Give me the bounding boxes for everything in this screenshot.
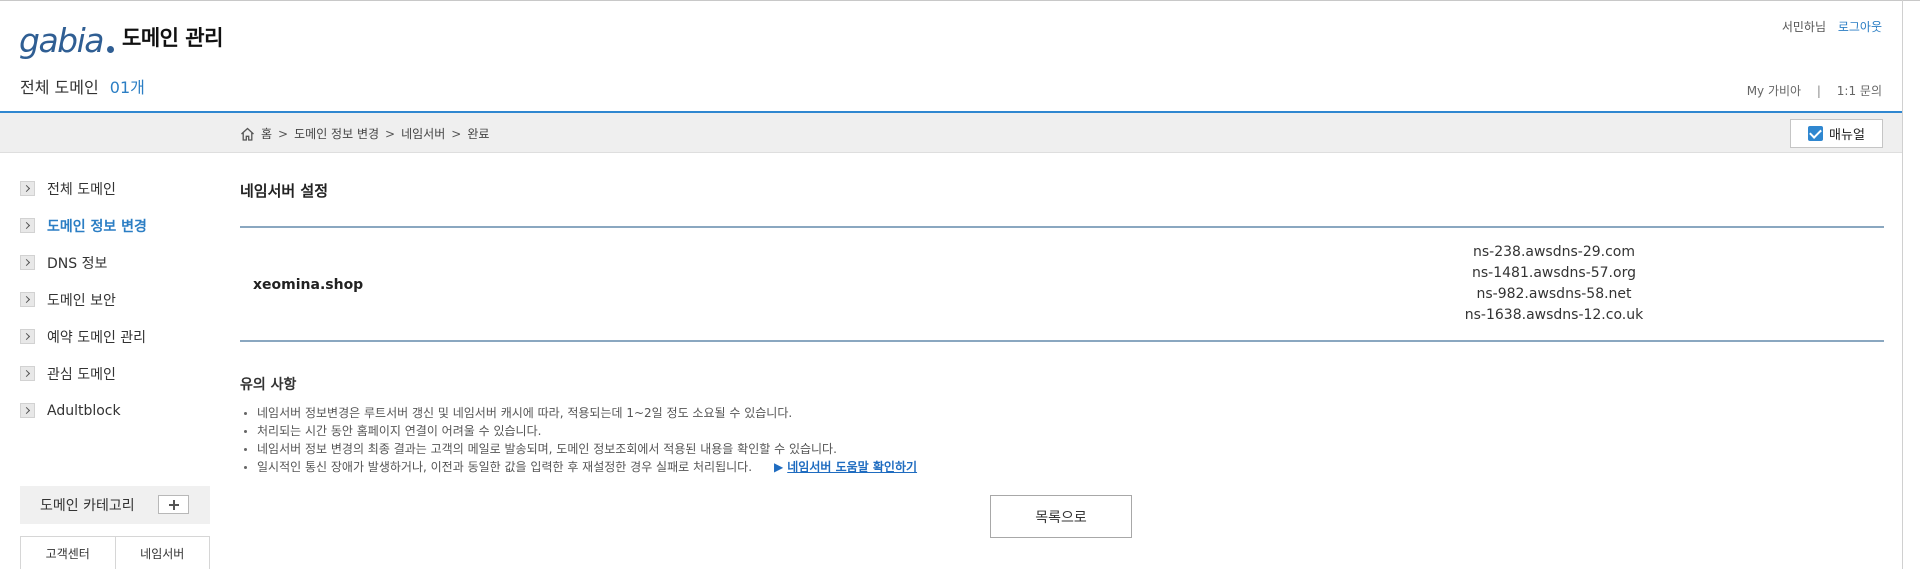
notice-text: 네임서버 정보 변경의 최종 결과는 고객의 메일로 발송되며, 도메인 정보조… [257,442,837,456]
sidebar-item-label: Adultblock [47,402,121,419]
tab-customer-center[interactable]: 고객센터 [21,537,115,569]
nameserver-item: ns-1638.awsdns-12.co.uk [1464,307,1644,323]
home-icon[interactable] [240,127,255,141]
sidebar-item-label: 도메인 보안 [47,292,116,309]
breadcrumb-arrow: > [278,126,289,141]
breadcrumb-arrow: > [451,126,462,141]
manual-button[interactable]: 매뉴얼 [1790,119,1883,148]
notice-text: 네임서버 정보변경은 루트서버 갱신 및 네임서버 캐시에 따라, 적용되는데 … [257,406,793,420]
sidebar-item-label: 전체 도메인 [47,181,116,198]
sidebar-item-domain-info-change[interactable]: 도메인 정보 변경 [20,207,210,244]
sidebar-item-reserved-domains[interactable]: 예약 도메인 관리 [20,318,210,355]
notice-item: 일시적인 통신 장애가 발생하거나, 이전과 동일한 값을 입력한 후 재설정한… [240,458,917,476]
domain-category-label: 도메인 카테고리 [40,498,135,514]
breadcrumb-domain-info[interactable]: 도메인 정보 변경 [294,125,379,142]
manual-button-label: 매뉴얼 [1829,128,1865,143]
sidebar-item-adultblock[interactable]: Adultblock [20,392,210,429]
domain-category-box: 도메인 카테고리 [20,486,210,524]
notice-item: 네임서버 정보 변경의 최종 결과는 고객의 메일로 발송되며, 도메인 정보조… [240,440,917,458]
chevron-right-icon [20,292,35,307]
sidebar-item-interest-domains[interactable]: 관심 도메인 [20,355,210,392]
tab-nameserver[interactable]: 네임서버 [114,537,210,569]
sidebar-item-all-domains[interactable]: 전체 도메인 [20,170,210,207]
check-icon [1808,126,1824,141]
window-edge [1902,0,1903,569]
chevron-right-icon [20,181,35,196]
sidebar-item-label: 예약 도메인 관리 [47,329,147,346]
notice-title: 유의 사항 [240,377,297,393]
add-category-button[interactable] [158,495,189,514]
chevron-right-icon [20,403,35,418]
header: gabia 도메인 관리 전체 도메인 01개 서민하님 로그아웃 My 가비아… [0,1,1902,111]
notice-item: 처리되는 시간 동안 홈페이지 연결이 어려울 수 있습니다. [240,422,917,440]
chevron-right-icon [20,255,35,270]
logout-link[interactable]: 로그아웃 [1838,20,1882,34]
notice-item: 네임서버 정보변경은 루트서버 갱신 및 네임서버 캐시에 따라, 적용되는데 … [240,404,917,422]
sidebar: 전체 도메인 도메인 정보 변경 DNS 정보 도메인 보안 예약 도메인 관리… [20,170,210,429]
logo-text: gabia [19,21,105,60]
chevron-right-icon [20,366,35,381]
chevron-right-icon [20,329,35,344]
table-bottom-rule [240,340,1884,342]
util-separator: | [1816,84,1821,98]
page-title: 네임서버 설정 [240,182,329,200]
back-to-list-button[interactable]: 목록으로 [990,495,1132,538]
breadcrumb-home[interactable]: 홈 [261,125,272,142]
app-title: 도메인 관리 [122,26,223,50]
logo-dot [107,46,114,53]
sidebar-item-label: 도메인 정보 변경 [47,218,147,235]
domain-count-label: 전체 도메인 [20,78,99,97]
user-area: 서민하님 로그아웃 [1782,18,1882,35]
gabia-logo[interactable]: gabia [19,21,115,61]
breadcrumb-nameserver[interactable]: 네임서버 [401,125,445,142]
chevron-right-icon [20,218,35,233]
sidebar-item-dns-info[interactable]: DNS 정보 [20,244,210,281]
inquiry-link[interactable]: 1:1 문의 [1837,84,1882,98]
nameserver-item: ns-982.awsdns-58.net [1476,286,1632,302]
nameserver-item: ns-238.awsdns-29.com [1473,244,1635,260]
notice-list: 네임서버 정보변경은 루트서버 갱신 및 네임서버 캐시에 따라, 적용되는데 … [240,404,917,476]
help-link-label: 네임서버 도움말 확인하기 [787,460,918,474]
nameserver-list: ns-238.awsdns-29.com ns-1481.awsdns-57.o… [1454,242,1654,326]
user-name: 서민하님 [1781,20,1826,34]
nameserver-help-link[interactable]: ▶ 네임서버 도움말 확인하기 [774,460,917,474]
notice-text: 일시적인 통신 장애가 발생하거나, 이전과 동일한 값을 입력한 후 재설정한… [257,460,753,474]
breadcrumb-bar: 홈 > 도메인 정보 변경 > 네임서버 > 완료 매뉴얼 [0,113,1902,153]
breadcrumb: 홈 > 도메인 정보 변경 > 네임서버 > 완료 [240,125,489,142]
domain-name: xeomina.shop [253,277,364,293]
nameserver-item: ns-1481.awsdns-57.org [1472,265,1636,281]
table-top-rule [240,226,1884,228]
sidebar-item-label: DNS 정보 [47,255,108,272]
my-gabia-link[interactable]: My 가비아 [1747,84,1801,98]
domain-count-value[interactable]: 01개 [110,78,145,97]
util-links: My 가비아 | 1:1 문의 [1747,82,1882,99]
sidebar-tabs: 고객센터 네임서버 [20,536,210,569]
sidebar-item-label: 관심 도메인 [47,366,116,383]
breadcrumb-complete: 완료 [467,127,490,141]
breadcrumb-arrow: > [385,126,396,141]
play-triangle-icon: ▶ [774,460,784,474]
domain-count: 전체 도메인 01개 [20,74,145,98]
sidebar-item-domain-security[interactable]: 도메인 보안 [20,281,210,318]
notice-text: 처리되는 시간 동안 홈페이지 연결이 어려울 수 있습니다. [257,424,542,438]
